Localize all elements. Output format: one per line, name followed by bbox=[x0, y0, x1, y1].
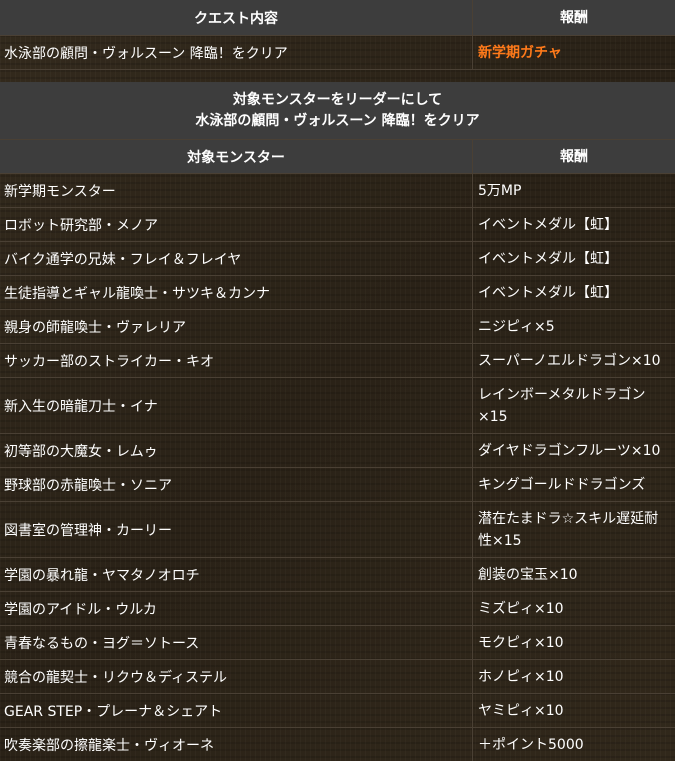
table-row: 青春なるもの・ヨグ＝ソトース モクピィ×10 bbox=[0, 626, 675, 660]
leader-title-line2: 水泳部の顧問・ヴォルスーン 降臨！をクリア bbox=[195, 112, 480, 129]
monster-name: 生徒指導とギャル龍喚士・サツキ＆カンナ bbox=[0, 276, 473, 309]
table-row: 学園のアイドル・ウルカ ミズピィ×10 bbox=[0, 592, 675, 626]
reward-value: ホノピィ×10 bbox=[478, 668, 564, 685]
leader-table-title: 対象モンスターをリーダーにして 水泳部の顧問・ヴォルスーン 降臨！をクリア bbox=[0, 82, 675, 140]
monster-name: 野球部の赤龍喚士・ソニア bbox=[0, 468, 473, 501]
monster-name: 新入生の暗龍刀士・イナ bbox=[0, 378, 473, 433]
leader-title-line1: 対象モンスターをリーダーにして bbox=[232, 91, 443, 108]
monster-name: 学園の暴れ龍・ヤマタノオロチ bbox=[0, 558, 473, 591]
monster-name: 親身の師龍喚士・ヴァレリア bbox=[0, 310, 473, 343]
monster-name: ロボット研究部・メノア bbox=[0, 208, 473, 241]
table-row: 初等部の大魔女・レムゥ ダイヤドラゴンフルーツ×10 bbox=[0, 434, 675, 468]
quest-table-header: クエスト内容 報酬 bbox=[0, 0, 675, 36]
table-row: 野球部の赤龍喚士・ソニア キングゴールドドラゴンズ bbox=[0, 468, 675, 502]
monster-name: 新学期モンスター bbox=[0, 174, 473, 207]
table-row: 図書室の管理神・カーリー 潜在たまドラ☆スキル遅延耐性×15 bbox=[0, 502, 675, 558]
monster-name: 学園のアイドル・ウルカ bbox=[0, 592, 473, 625]
table-row: GEAR STEP・プレーナ＆シェアト ヤミピィ×10 bbox=[0, 694, 675, 728]
reward-value: 創装の宝玉×10 bbox=[478, 566, 578, 583]
table-row: 生徒指導とギャル龍喚士・サツキ＆カンナ イベントメダル【虹】 bbox=[0, 276, 675, 310]
quest-content: 水泳部の顧問・ヴォルスーン 降臨！をクリア bbox=[0, 36, 473, 69]
quest-row: 水泳部の顧問・ヴォルスーン 降臨！をクリア 新学期ガチャ bbox=[0, 36, 675, 70]
quest-reward-link[interactable]: 新学期ガチャ bbox=[473, 36, 675, 69]
monster-name: 競合の龍契士・リクウ＆ディステル bbox=[0, 660, 473, 693]
monster-name: 青春なるもの・ヨグ＝ソトース bbox=[0, 626, 473, 659]
reward-value: モクピィ×10 bbox=[478, 634, 564, 651]
monster-name: バイク通学の兄妹・フレイ＆フレイヤ bbox=[0, 242, 473, 275]
reward-value: 潜在たまドラ☆スキル遅延耐性×15 bbox=[478, 510, 659, 549]
reward-value: キングゴールドドラゴンズ bbox=[478, 476, 646, 493]
table-row: バイク通学の兄妹・フレイ＆フレイヤ イベントメダル【虹】 bbox=[0, 242, 675, 276]
table-row: 吹奏楽部の擦龍楽士・ヴィオーネ ＋ポイント5000 bbox=[0, 728, 675, 761]
header-target-monster: 対象モンスター bbox=[0, 140, 473, 173]
reward-value: 5万MP bbox=[478, 182, 522, 199]
monster-name: GEAR STEP・プレーナ＆シェアト bbox=[0, 694, 473, 727]
reward-value: ニジピィ×5 bbox=[478, 318, 555, 335]
table-row: 学園の暴れ龍・ヤマタノオロチ 創装の宝玉×10 bbox=[0, 558, 675, 592]
monster-name: サッカー部のストライカー・キオ bbox=[0, 344, 473, 377]
reward-value: ＋ポイント5000 bbox=[478, 736, 584, 753]
monster-name: 図書室の管理神・カーリー bbox=[0, 502, 473, 557]
header-quest-content: クエスト内容 bbox=[0, 0, 473, 35]
reward-value: レインボーメタルドラゴン×15 bbox=[478, 386, 646, 425]
table-row: サッカー部のストライカー・キオ スーパーノエルドラゴン×10 bbox=[0, 344, 675, 378]
quest-table: クエスト内容 報酬 水泳部の顧問・ヴォルスーン 降臨！をクリア 新学期ガチャ bbox=[0, 0, 675, 70]
leader-table: 対象モンスターをリーダーにして 水泳部の顧問・ヴォルスーン 降臨！をクリア 対象… bbox=[0, 82, 675, 761]
header-reward: 報酬 bbox=[560, 9, 588, 26]
table-row: ロボット研究部・メノア イベントメダル【虹】 bbox=[0, 208, 675, 242]
reward-value: スーパーノエルドラゴン×10 bbox=[478, 352, 661, 369]
reward-value: ダイヤドラゴンフルーツ×10 bbox=[478, 442, 661, 459]
table-row: 新学期モンスター 5万MP bbox=[0, 174, 675, 208]
reward-value: ヤミピィ×10 bbox=[478, 702, 564, 719]
leader-table-header: 対象モンスター 報酬 bbox=[0, 140, 675, 174]
reward-value: ミズピィ×10 bbox=[478, 600, 564, 617]
reward-value: イベントメダル【虹】 bbox=[478, 284, 618, 301]
header-reward: 報酬 bbox=[560, 148, 588, 165]
table-row: 競合の龍契士・リクウ＆ディステル ホノピィ×10 bbox=[0, 660, 675, 694]
table-spacer bbox=[0, 70, 675, 82]
monster-name: 吹奏楽部の擦龍楽士・ヴィオーネ bbox=[0, 728, 473, 761]
reward-value: イベントメダル【虹】 bbox=[478, 216, 618, 233]
monster-name: 初等部の大魔女・レムゥ bbox=[0, 434, 473, 467]
table-row: 親身の師龍喚士・ヴァレリア ニジピィ×5 bbox=[0, 310, 675, 344]
reward-value: イベントメダル【虹】 bbox=[478, 250, 618, 267]
table-row: 新入生の暗龍刀士・イナ レインボーメタルドラゴン×15 bbox=[0, 378, 675, 434]
